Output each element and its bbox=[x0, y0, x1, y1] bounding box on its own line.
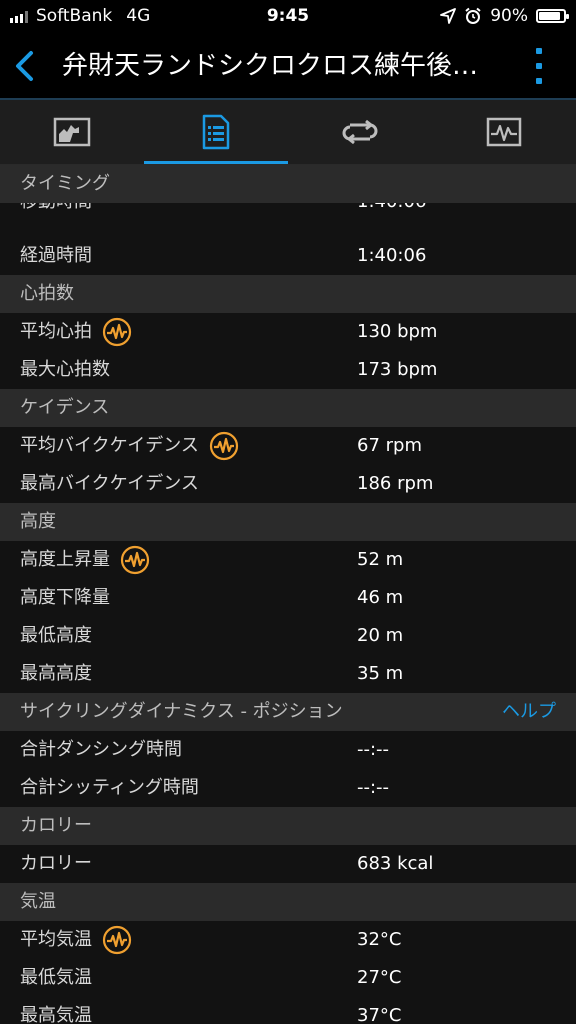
list-item: 平均バイクケイデンス 67 rpm bbox=[0, 427, 576, 465]
status-right: 90% bbox=[440, 6, 569, 26]
row-label: 合計ダンシング時間 bbox=[20, 739, 182, 760]
row-value: 37°C bbox=[357, 1005, 402, 1024]
list-item: 最高気温 37°C bbox=[0, 997, 576, 1024]
section-header-elevation: 高度 bbox=[0, 503, 576, 541]
row-label: 平均心拍 bbox=[20, 313, 132, 351]
row-value: 683 kcal bbox=[357, 853, 434, 874]
list-item: 最高高度 35 m bbox=[0, 655, 576, 693]
list-item: 最高バイクケイデンス 186 rpm bbox=[0, 465, 576, 503]
more-dot-icon bbox=[536, 78, 542, 84]
row-label-text: 高度上昇量 bbox=[20, 549, 110, 570]
location-arrow-icon bbox=[440, 8, 457, 24]
list-item: 最低気温 27°C bbox=[0, 959, 576, 997]
row-label: 経過時間 bbox=[20, 245, 92, 266]
list-item: 平均気温 32°C bbox=[0, 921, 576, 959]
tab-graphs[interactable] bbox=[432, 100, 576, 164]
back-button[interactable] bbox=[8, 48, 44, 84]
row-label: 高度上昇量 bbox=[20, 541, 150, 579]
repeat-laps-icon bbox=[342, 119, 378, 145]
alarm-icon bbox=[465, 7, 481, 24]
battery-percent: 90% bbox=[490, 6, 528, 26]
row-value: 173 bpm bbox=[357, 359, 438, 380]
row-label: 平均気温 bbox=[20, 921, 132, 959]
pulse-wave-icon[interactable] bbox=[120, 545, 150, 575]
row-value: 27°C bbox=[357, 967, 402, 988]
row-label: 高度下降量 bbox=[20, 587, 110, 608]
row-label: 移動時間 bbox=[20, 203, 92, 211]
section-header-calories: カロリー bbox=[0, 807, 576, 845]
more-dot-icon bbox=[536, 48, 542, 54]
row-value: 35 m bbox=[357, 663, 404, 684]
row-label: 最低高度 bbox=[20, 625, 92, 646]
tab-overview[interactable] bbox=[0, 100, 144, 164]
row-value: 67 rpm bbox=[357, 435, 422, 456]
row-value: --:-- bbox=[357, 777, 390, 798]
chart-tab-icon bbox=[53, 117, 91, 147]
pulse-wave-icon[interactable] bbox=[102, 925, 132, 955]
list-item: 平均心拍 130 bpm bbox=[0, 313, 576, 351]
battery-icon bbox=[536, 9, 569, 23]
status-bar: SoftBank 4G 9:45 90% bbox=[0, 0, 576, 34]
list-item: 移動時間 1:40:06 bbox=[0, 203, 576, 237]
row-value: 186 rpm bbox=[357, 473, 434, 494]
row-label: カロリー bbox=[20, 853, 92, 874]
row-value: 1:40:06 bbox=[357, 245, 427, 266]
list-item: 高度上昇量 52 m bbox=[0, 541, 576, 579]
row-label: 合計シッティング時間 bbox=[20, 777, 199, 798]
more-dot-icon bbox=[536, 63, 542, 69]
section-header-cycling-dynamics: サイクリングダイナミクス - ポジション ヘルプ bbox=[0, 693, 576, 731]
list-item: 最低高度 20 m bbox=[0, 617, 576, 655]
section-header-temperature: 気温 bbox=[0, 883, 576, 921]
tab-laps[interactable] bbox=[288, 100, 432, 164]
stats-list[interactable]: タイミング 移動時間 1:40:06 経過時間 1:40:06 心拍数 平均心拍… bbox=[0, 165, 576, 1024]
row-value: 1:40:06 bbox=[357, 203, 426, 211]
row-label: 最大心拍数 bbox=[20, 359, 110, 380]
row-value: 130 bpm bbox=[357, 321, 438, 342]
battery-level bbox=[539, 12, 561, 20]
list-item: 高度下降量 46 m bbox=[0, 579, 576, 617]
row-value: 32°C bbox=[357, 929, 402, 950]
row-label: 最高気温 bbox=[20, 1005, 92, 1024]
row-value: 52 m bbox=[357, 549, 404, 570]
row-value: 46 m bbox=[357, 587, 404, 608]
row-label: 最高バイクケイデンス bbox=[20, 473, 199, 494]
row-label: 平均バイクケイデンス bbox=[20, 427, 239, 465]
pulse-wave-icon[interactable] bbox=[209, 431, 239, 461]
row-value: 20 m bbox=[357, 625, 404, 646]
list-item: 経過時間 1:40:06 bbox=[0, 237, 576, 275]
tab-stats[interactable] bbox=[144, 100, 288, 164]
row-label: 最高高度 bbox=[20, 663, 92, 684]
pulse-wave-icon[interactable] bbox=[102, 317, 132, 347]
chevron-left-icon bbox=[16, 51, 33, 81]
app-bar: 弁財天ランドシクロクロス練午後… bbox=[0, 34, 576, 100]
more-menu-button[interactable] bbox=[532, 48, 546, 84]
row-value: --:-- bbox=[357, 739, 390, 760]
row-label-text: 平均気温 bbox=[20, 929, 92, 950]
row-label-text: 平均心拍 bbox=[20, 321, 92, 342]
help-link[interactable]: ヘルプ bbox=[502, 693, 556, 731]
page-title: 弁財天ランドシクロクロス練午後… bbox=[62, 51, 479, 81]
section-header-heart-rate: 心拍数 bbox=[0, 275, 576, 313]
activity-graph-icon bbox=[486, 117, 522, 147]
section-header-timing: タイミング bbox=[0, 165, 576, 203]
document-list-icon bbox=[202, 114, 230, 150]
section-header-cadence: ケイデンス bbox=[0, 389, 576, 427]
list-item: 合計シッティング時間 --:-- bbox=[0, 769, 576, 807]
row-label: 最低気温 bbox=[20, 967, 92, 988]
row-label-text: 平均バイクケイデンス bbox=[20, 435, 199, 456]
tab-bar bbox=[0, 100, 576, 165]
list-item: カロリー 683 kcal bbox=[0, 845, 576, 883]
section-header-title: サイクリングダイナミクス - ポジション bbox=[20, 701, 343, 722]
list-item: 最大心拍数 173 bpm bbox=[0, 351, 576, 389]
list-item: 合計ダンシング時間 --:-- bbox=[0, 731, 576, 769]
